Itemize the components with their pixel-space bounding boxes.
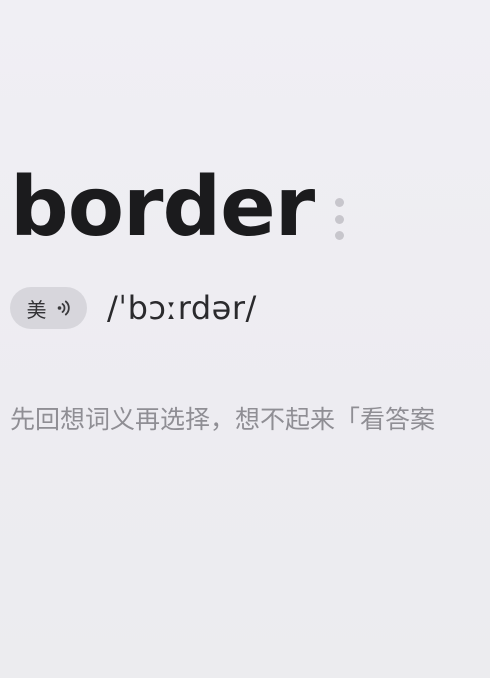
word-title: border [10, 160, 315, 255]
word-card-page: border 美 /ˈbɔːrdər/ 先回想词义再选择，想不起来「看答案 [0, 0, 490, 678]
more-dot [334, 198, 344, 207]
phonetic-text: /ˈbɔːrdər/ [107, 289, 257, 327]
more-options-icon[interactable] [333, 198, 345, 240]
word-row: border [10, 158, 315, 258]
more-dot [334, 214, 344, 224]
accent-label: 美 [26, 297, 47, 322]
us-pronunciation-button[interactable]: 美 [10, 287, 87, 329]
more-dot [334, 231, 344, 240]
hint-text: 先回想词义再选择，想不起来「看答案 [10, 405, 436, 434]
pronunciation-row: 美 /ˈbɔːrdər/ [10, 287, 257, 329]
speaker-icon [57, 299, 71, 317]
